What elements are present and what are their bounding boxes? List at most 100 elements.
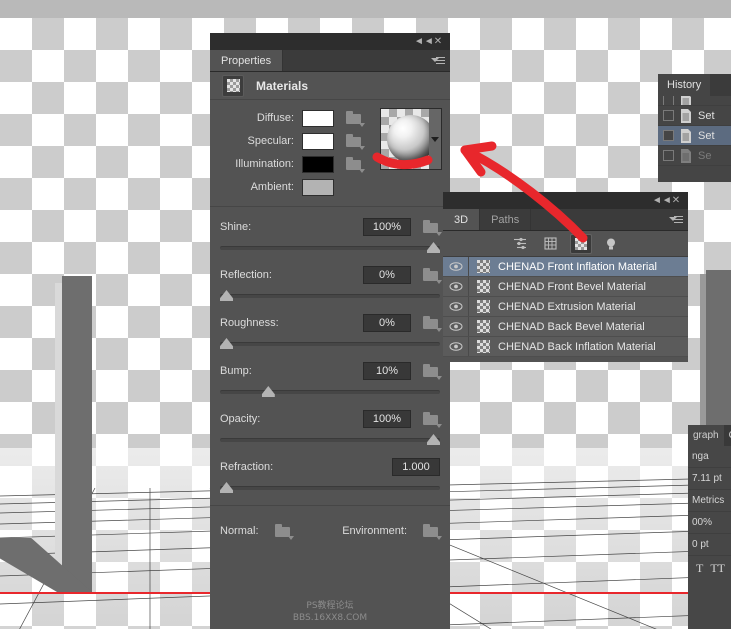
properties-divider: [210, 505, 450, 506]
tab-3d[interactable]: 3D: [443, 209, 481, 230]
color-swatch-area: Diffuse: Specular: Illumination: Ambient…: [210, 100, 450, 207]
illumination-color-swatch[interactable]: [302, 155, 334, 173]
faux-bold-icon[interactable]: T: [696, 561, 703, 576]
visibility-toggle[interactable]: [443, 317, 469, 336]
refraction-value-field[interactable]: 1.000: [392, 457, 440, 476]
slider-bump: Bump: 10%: [210, 361, 450, 398]
swatch-label-diffuse: Diffuse:: [256, 112, 294, 124]
slider-label-refraction: Refraction:: [220, 460, 274, 473]
reflection-value-field[interactable]: 0%: [363, 265, 411, 284]
swatch-label-specular: Specular:: [247, 135, 294, 147]
shine-value-field[interactable]: 100%: [363, 217, 411, 236]
tab-properties[interactable]: Properties: [210, 50, 284, 71]
shine-texture-folder-icon[interactable]: [423, 219, 442, 236]
list-item[interactable]: [658, 96, 731, 106]
material-sliders: Shine: 100% Reflection: 0% Roughness: 0%…: [210, 207, 450, 546]
environment-texture-folder-icon[interactable]: [423, 524, 442, 540]
swatch-label-ambient: Ambient:: [250, 181, 294, 193]
roughness-texture-folder-icon[interactable]: [423, 315, 442, 332]
history-tab-strip: History: [658, 74, 731, 96]
opacity-value-field[interactable]: 100%: [363, 409, 411, 428]
letter-vertical-stroke: [62, 276, 92, 592]
opacity-slider[interactable]: [220, 434, 440, 446]
lights-filter-icon[interactable]: [600, 234, 622, 254]
specular-texture-folder-icon[interactable]: [346, 134, 365, 150]
roughness-value-field[interactable]: 0%: [363, 313, 411, 332]
list-item[interactable]: CHENAD Extrusion Material: [443, 297, 688, 317]
history-snapshot-checkbox[interactable]: [663, 110, 674, 121]
history-snapshot-checkbox[interactable]: [663, 96, 674, 105]
close-icon[interactable]: ✕: [432, 36, 444, 47]
panel-menu-icon[interactable]: [431, 55, 446, 67]
reflection-slider[interactable]: [220, 290, 440, 302]
list-item[interactable]: CHENAD Back Bevel Material: [443, 317, 688, 337]
shine-slider[interactable]: [220, 242, 440, 254]
kerning-value[interactable]: Metrics: [688, 490, 731, 512]
font-family-value[interactable]: nga: [688, 446, 731, 468]
materials-filter-icon[interactable]: [569, 233, 592, 254]
history-snapshot-checkbox[interactable]: [663, 150, 674, 161]
scene-filter-icon[interactable]: [510, 234, 532, 254]
list-item[interactable]: Set: [658, 126, 731, 146]
material-thumbnail: [477, 340, 490, 353]
document-icon: [681, 96, 691, 105]
history-item-label: Set: [698, 109, 715, 122]
properties-titlebar: ◄◄ ✕: [210, 33, 450, 50]
specular-color-swatch[interactable]: [302, 132, 334, 150]
collapse-icon[interactable]: ◄◄: [414, 36, 434, 47]
reflection-texture-folder-icon[interactable]: [423, 267, 442, 284]
collapse-icon[interactable]: ◄◄: [652, 195, 672, 206]
list-item[interactable]: Set: [658, 106, 731, 126]
history-list: Set Set Se: [658, 96, 731, 166]
visibility-toggle[interactable]: [443, 297, 469, 316]
close-icon[interactable]: ✕: [670, 195, 682, 206]
tab-character[interactable]: C: [724, 425, 731, 446]
chevron-down-icon: [431, 136, 439, 142]
bump-slider[interactable]: [220, 386, 440, 398]
material-preset-dropdown[interactable]: [429, 108, 442, 170]
normal-environment-row: Normal: Environment:: [210, 520, 450, 542]
normal-label: Normal:: [220, 525, 259, 537]
bump-texture-folder-icon[interactable]: [423, 363, 442, 380]
diffuse-color-swatch[interactable]: [302, 109, 334, 127]
tab-paragraph[interactable]: graph: [688, 425, 724, 446]
properties-tab-strip: Properties: [210, 50, 450, 72]
list-item[interactable]: CHENAD Front Inflation Material: [443, 257, 688, 277]
history-snapshot-checkbox[interactable]: [663, 130, 674, 141]
material-name: CHENAD Front Bevel Material: [498, 280, 646, 293]
visibility-toggle[interactable]: [443, 277, 469, 296]
history-panel: History Set Set Se: [658, 74, 731, 182]
3d-filter-bar: [443, 231, 688, 257]
opacity-texture-folder-icon[interactable]: [423, 411, 442, 428]
swatch-label-illumination: Illumination:: [235, 158, 294, 170]
illumination-texture-folder-icon[interactable]: [346, 157, 365, 173]
roughness-slider[interactable]: [220, 338, 440, 350]
ambient-color-swatch[interactable]: [302, 178, 334, 196]
all-caps-icon[interactable]: TT: [710, 561, 725, 576]
list-item[interactable]: CHENAD Back Inflation Material: [443, 337, 688, 357]
scale-value[interactable]: 00%: [688, 512, 731, 534]
mesh-filter-icon[interactable]: [540, 234, 562, 254]
document-icon: [681, 108, 691, 123]
refraction-slider[interactable]: [220, 482, 440, 494]
photoshop-window: ◄◄ ✕ Properties Materials Diffuse: Specu…: [0, 0, 731, 629]
page-title: Materials: [256, 78, 309, 93]
slider-opacity: Opacity: 100%: [210, 409, 450, 446]
visibility-toggle[interactable]: [443, 257, 469, 276]
visibility-toggle[interactable]: [443, 337, 469, 356]
normal-texture-folder-icon[interactable]: [274, 524, 294, 540]
material-thumbnail: [477, 320, 490, 333]
3d-tab-strip: 3D Paths: [443, 209, 688, 231]
tab-paths[interactable]: Paths: [480, 209, 532, 230]
bump-value-field[interactable]: 10%: [363, 361, 411, 380]
properties-panel: ◄◄ ✕ Properties Materials Diffuse: Specu…: [210, 33, 450, 629]
list-item[interactable]: Se: [658, 146, 731, 166]
diffuse-texture-folder-icon[interactable]: [346, 111, 365, 127]
font-size-value[interactable]: 7.11 pt: [688, 468, 731, 490]
materials-header: Materials: [210, 72, 450, 100]
3d-panel-titlebar: ◄◄ ✕: [443, 192, 688, 209]
tab-history[interactable]: History: [658, 74, 711, 96]
baseline-shift-value[interactable]: 0 pt: [688, 534, 731, 556]
list-item[interactable]: CHENAD Front Bevel Material: [443, 277, 688, 297]
panel-menu-icon[interactable]: [669, 214, 684, 226]
